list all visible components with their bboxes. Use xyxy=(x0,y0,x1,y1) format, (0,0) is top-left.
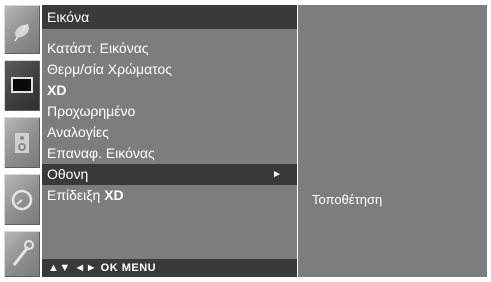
menu-item-picture-reset[interactable]: Επαναφ. Εικόνας xyxy=(42,143,297,164)
menu-item-label-bold: XD xyxy=(104,187,124,203)
satellite-dish-icon xyxy=(14,23,29,42)
menu-item-label: XD xyxy=(47,82,67,98)
menu-item-label: Επαναφ. Εικόνας xyxy=(47,145,155,161)
menu-item-label: Οθονη xyxy=(47,166,89,182)
category-picture[interactable] xyxy=(4,60,40,111)
tv-osd-menu: Εικόνα Κατάστ. Εικόνας Θερμ/σία Χρώματος… xyxy=(0,0,491,282)
menu-item-label: Αναλογίες xyxy=(47,124,109,140)
menu-item-list: Κατάστ. Εικόνας Θερμ/σία Χρώματος XD Προ… xyxy=(42,38,297,206)
submenu-arrow-icon: ► xyxy=(272,169,282,180)
category-setup[interactable] xyxy=(4,5,40,54)
submenu-header xyxy=(298,5,487,29)
category-icon-rail xyxy=(4,5,40,277)
category-option[interactable] xyxy=(4,231,40,277)
menu-item-aspect-ratio[interactable]: Αναλογίες xyxy=(42,122,297,143)
menu-item-screen[interactable]: Οθονη ► xyxy=(42,164,297,185)
menu-item-advanced[interactable]: Προχωρημένο xyxy=(42,101,297,122)
navigation-hint-bar: ▲▼ ◄► OK MENU xyxy=(42,259,297,277)
audio-speaker-icon xyxy=(15,133,29,153)
menu-item-picture-mode[interactable]: Κατάστ. Εικόνας xyxy=(42,38,297,59)
screen-submenu-panel: Τοποθέτηση xyxy=(298,5,487,277)
menu-item-label: Προχωρημένο xyxy=(47,103,136,119)
picture-menu-panel: Εικόνα Κατάστ. Εικόνας Θερμ/σία Χρώματος… xyxy=(42,5,297,277)
menu-item-color-temperature[interactable]: Θερμ/σία Χρώματος xyxy=(42,59,297,80)
option-wrench-icon xyxy=(12,240,34,266)
clock-icon xyxy=(11,189,33,211)
submenu-item-position[interactable]: Τοποθέτηση xyxy=(312,192,382,208)
picture-icon xyxy=(11,77,33,93)
menu-item-xd-demo[interactable]: Επίδειξη XD xyxy=(42,185,297,206)
menu-item-label: Θερμ/σία Χρώματος xyxy=(47,61,173,77)
category-time[interactable] xyxy=(4,174,40,225)
category-audio[interactable] xyxy=(4,117,40,168)
menu-item-label: Επίδειξη xyxy=(47,187,105,203)
menu-item-label: Κατάστ. Εικόνας xyxy=(47,40,149,56)
menu-title: Εικόνα xyxy=(42,5,297,29)
menu-item-xd[interactable]: XD xyxy=(42,80,297,101)
